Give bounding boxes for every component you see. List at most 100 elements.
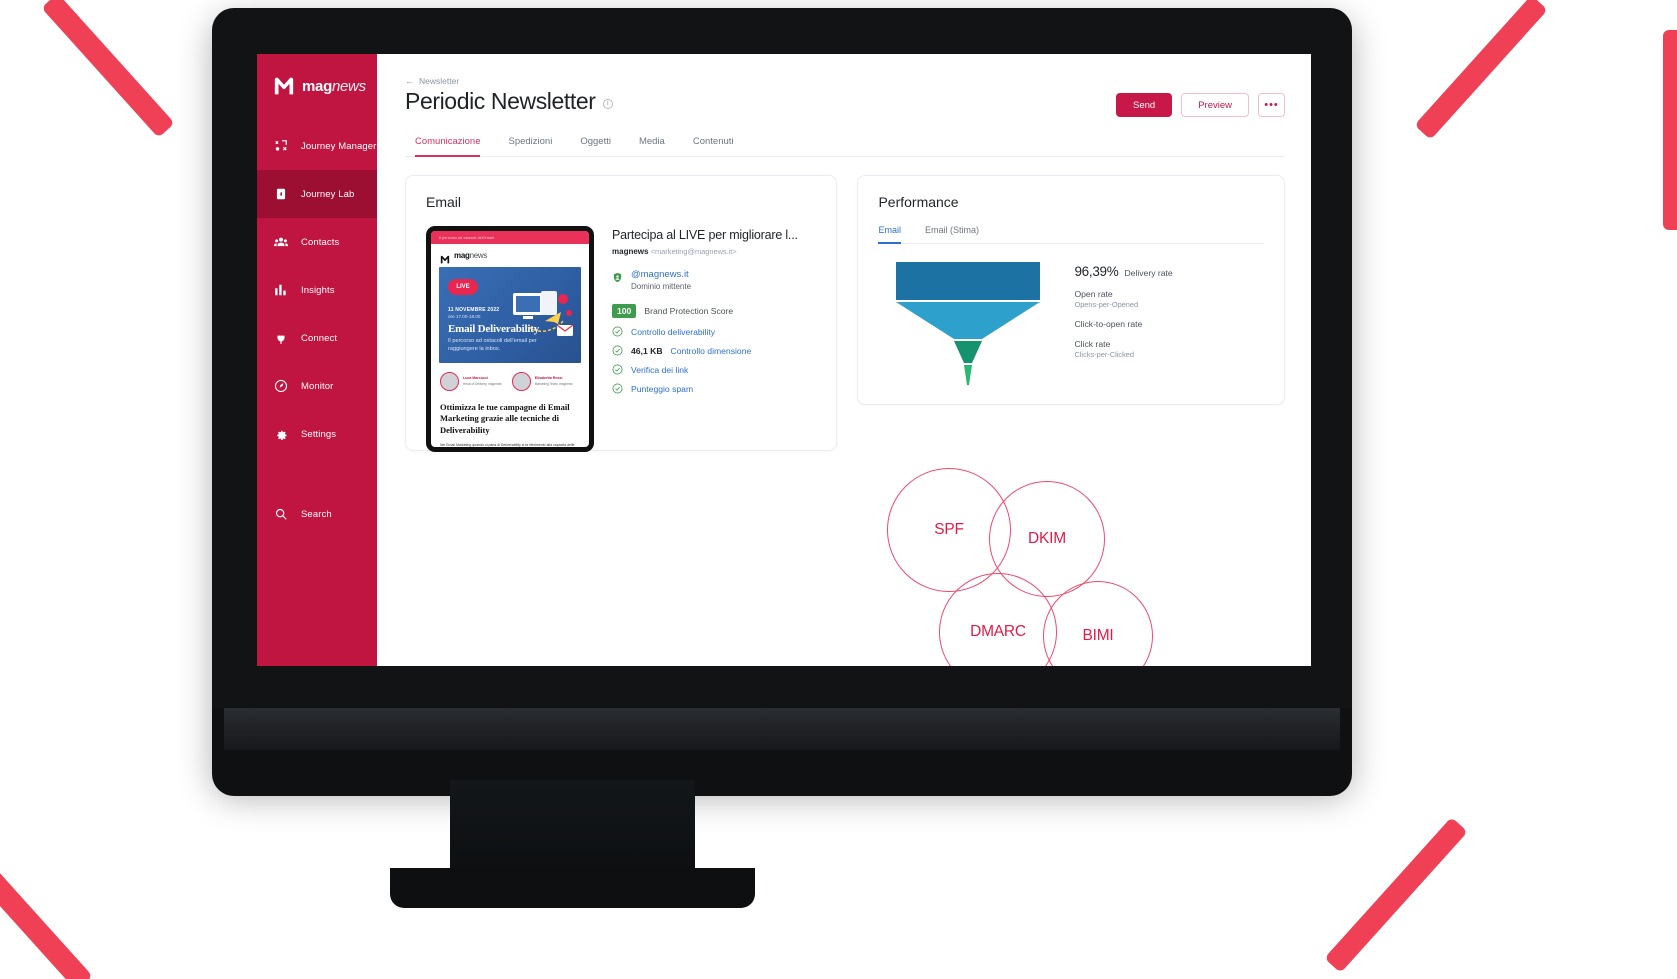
speaker-role: Head of Delivery, magnews (463, 381, 502, 386)
metric-click-rate: Click rate Clicks-per-Clicked (1074, 339, 1264, 359)
decorative-slash (1324, 817, 1468, 973)
email-preview-thumbnail[interactable]: Il percorso ad ostacoli dell'email magne… (426, 226, 594, 452)
tab-contenuti[interactable]: Contenuti (693, 136, 734, 157)
speaker-info: Luca Marcucci Head of Delivery, magnews (463, 376, 502, 386)
email-meta: Partecipa al LIVE per migliorare l... ma… (612, 226, 816, 452)
sidebar-label: Contacts (301, 236, 340, 248)
sidebar-label: Connect (301, 332, 338, 344)
monitor-mockup: magnews Journey Manager Journey Lab Cont… (212, 8, 1352, 796)
check-deliverability: Controllo deliverability (612, 326, 816, 337)
speaker: Elisabetta Rossi Marketing Team, magnews (511, 372, 573, 391)
tab-comunicazione[interactable]: Comunicazione (415, 136, 481, 157)
preview-body-text: Nel Email Marketing quando si parla di D… (440, 442, 575, 452)
check-brand-protection-score: 100 Brand Protection Score (612, 304, 816, 318)
sidebar-item-journey-lab[interactable]: Journey Lab (257, 170, 377, 218)
brand-logo[interactable]: magnews (257, 54, 377, 96)
email-card-title: Email (426, 194, 462, 210)
tab-media[interactable]: Media (639, 136, 665, 157)
metric-value: 96,39% (1074, 264, 1119, 279)
more-options-button[interactable]: ••• (1258, 93, 1285, 117)
decorative-slash (0, 835, 93, 979)
perf-tab-email[interactable]: Email (878, 225, 901, 244)
sidebar-nav: Journey Manager Journey Lab Contacts Ins… (257, 122, 377, 458)
check-circle-icon (612, 364, 623, 375)
check-size: 46,1 KB Controllo dimensione (612, 345, 816, 356)
preview-logo-text: magnews (454, 251, 488, 260)
sidebar-item-contacts[interactable]: Contacts (257, 218, 377, 266)
sidebar-label: Search (301, 508, 332, 520)
preview-speakers: Luca Marcucci Head of Delivery, magnews … (431, 363, 589, 391)
page-title-text: Periodic Newsletter (405, 88, 596, 114)
check-size-value: 46,1 KB (631, 345, 663, 356)
performance-body: 96,39% Delivery rate Open rate Opens-per… (878, 260, 1264, 385)
check-links: Verifica dei link (612, 364, 816, 375)
screenshot-root: magnews Journey Manager Journey Lab Cont… (0, 0, 1677, 979)
avatar (511, 372, 531, 391)
preview-logo: magnews (431, 244, 589, 267)
info-icon[interactable]: i (602, 98, 613, 109)
email-sender: magnews <marketing@magnews.it> (612, 247, 816, 256)
domain-value: @magnews.it (631, 269, 689, 280)
preview-preheader-bar: Il percorso ad ostacoli dell'email (431, 231, 589, 244)
sidebar-item-journey-manager[interactable]: Journey Manager (257, 122, 377, 170)
performance-tab-bar: Email Email (Stima) (878, 225, 1264, 244)
metric-label: Delivery rate (1124, 268, 1173, 278)
metric-click-to-open-rate: Click-to-open rate (1074, 319, 1264, 329)
perf-tab-email-stima[interactable]: Email (Stima) (925, 225, 979, 244)
check-label: Brand Protection Score (644, 306, 734, 316)
sidebar: magnews Journey Manager Journey Lab Cont… (257, 54, 377, 666)
sender-address: <marketing@magnews.it> (650, 247, 737, 256)
status-badge: 100 (612, 304, 637, 318)
back-arrow-icon: ← (405, 76, 414, 86)
breadcrumb-label: Newsletter (419, 76, 460, 86)
metric-delivery-rate: 96,39% Delivery rate (1074, 264, 1264, 279)
search-icon (273, 507, 288, 522)
tab-bar: Comunicazione Spedizioni Oggetti Media C… (405, 136, 1285, 157)
brand-name: magnews (302, 77, 366, 95)
cards-row: Email Il percorso ad ostacoli dell'email (405, 175, 1285, 452)
speaker-info: Elisabetta Rossi Marketing Team, magnews (535, 376, 573, 386)
decorative-slash (1663, 30, 1677, 230)
page-title: Periodic Newsletter i (405, 88, 613, 115)
send-button[interactable]: Send (1116, 93, 1173, 117)
monitor-stand-base (390, 868, 755, 908)
check-label: Verifica dei link (631, 364, 689, 375)
domain-label: Dominio mittente (631, 282, 692, 291)
preview-button[interactable]: Preview (1181, 93, 1249, 117)
tab-oggetti[interactable]: Oggetti (580, 136, 611, 157)
funnel-chart (878, 260, 1058, 385)
illustration-icon (499, 283, 577, 345)
check-label: Punteggio spam (631, 383, 694, 394)
sender-domain-row: @magnews.it Dominio mittente (612, 269, 816, 291)
sidebar-label: Insights (301, 284, 335, 296)
decorative-slash (1414, 0, 1548, 140)
domain-texts: @magnews.it Dominio mittente (631, 269, 691, 291)
performance-card-title: Performance (878, 194, 959, 210)
avatar (440, 372, 459, 391)
sidebar-label: Journey Lab (301, 188, 355, 200)
performance-metrics: 96,39% Delivery rate Open rate Opens-per… (1074, 260, 1264, 385)
insights-icon (273, 283, 288, 298)
sidebar-item-connect[interactable]: Connect (257, 314, 377, 362)
sidebar-item-monitor[interactable]: Monitor (257, 362, 377, 410)
journey-lab-icon (273, 187, 288, 202)
monitor-icon (273, 379, 288, 394)
preview-body-heading: Ottimizza le tue campagne di Email Marke… (440, 402, 570, 435)
sidebar-label: Journey Manager (301, 140, 377, 152)
application: magnews Journey Manager Journey Lab Cont… (257, 54, 1311, 666)
breadcrumb[interactable]: ← Newsletter (405, 76, 1285, 86)
sidebar-item-settings[interactable]: Settings (257, 410, 377, 458)
sidebar-label: Settings (301, 428, 337, 440)
sidebar-item-search[interactable]: Search (257, 490, 332, 538)
speaker: Luca Marcucci Head of Delivery, magnews (440, 372, 502, 391)
sidebar-item-insights[interactable]: Insights (257, 266, 377, 314)
tab-spedizioni[interactable]: Spedizioni (508, 136, 552, 157)
check-circle-icon (612, 383, 623, 394)
email-subject: Partecipa al LIVE per migliorare l... (612, 228, 798, 242)
performance-card: Performance Email Email (Stima) 96,39% D… (857, 175, 1285, 405)
metric-open-rate: Open rate Opens-per-Opened (1074, 289, 1264, 309)
speaker-role: Marketing Team, magnews (534, 381, 573, 386)
preview-date: 11 NOVEMBRE 2022 (448, 307, 500, 313)
check-circle-icon (612, 326, 623, 337)
settings-gear-icon (273, 427, 288, 442)
